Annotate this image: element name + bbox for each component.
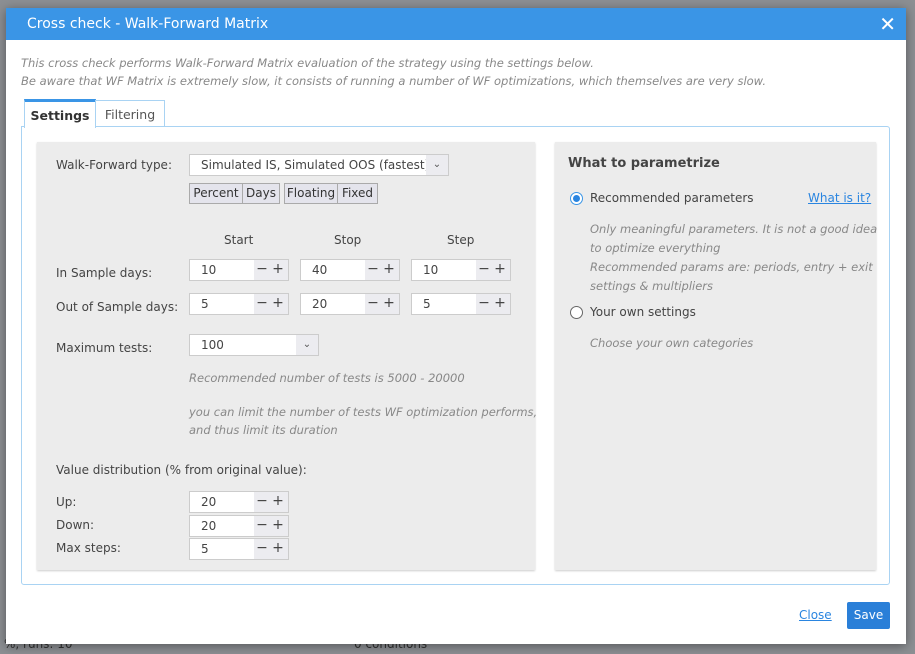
chevron-down-icon: ⌄ [426,155,448,175]
tab-settings[interactable]: Settings [24,99,96,128]
own-settings-desc: Choose your own categories [590,336,754,350]
minus-icon[interactable]: − [365,260,381,279]
days-button[interactable]: Days [242,183,280,204]
oos-stop-stepper[interactable]: 20 − + [300,293,400,315]
dialog-header: Cross check - Walk-Forward Matrix [6,8,906,40]
cross-check-dialog: Cross check - Walk-Forward Matrix ✕ This… [6,8,906,644]
stepper-value[interactable]: 40 [312,260,327,280]
recommended-desc-3: Recommended params are: periods, entry +… [590,260,873,274]
wf-type-select[interactable]: Simulated IS, Simulated OOS (fastest) ⌄ [189,154,449,176]
oos-step-stepper[interactable]: 5 − + [411,293,511,315]
is-step-stepper[interactable]: 10 − + [411,259,511,281]
percent-button[interactable]: Percent [189,183,243,204]
minus-icon[interactable]: − [254,294,270,313]
plus-icon[interactable]: + [492,260,508,279]
max-tests-select[interactable]: 100 ⌄ [189,334,319,356]
minus-icon[interactable]: − [254,492,270,511]
recommended-desc-4: settings & multipliers [590,279,714,293]
plus-icon[interactable]: + [270,294,286,313]
dialog-title: Cross check - Walk-Forward Matrix [27,16,269,32]
parametrize-title: What to parametrize [568,156,720,171]
plus-icon[interactable]: + [381,260,397,279]
recommended-desc-2: to optimize everything [590,241,721,255]
radio-recommended[interactable] [570,192,583,205]
in-sample-label: In Sample days: [56,266,153,280]
limit-hint-1: you can limit the number of tests WF opt… [189,405,538,419]
stepper-value[interactable]: 5 [423,294,431,314]
plus-icon[interactable]: + [270,260,286,279]
minus-icon[interactable]: − [254,260,270,279]
radio-own-settings[interactable] [570,306,583,319]
stepper-value[interactable]: 5 [201,294,209,314]
stepper-value[interactable]: 5 [201,539,209,559]
column-stop: Stop [334,233,362,247]
wf-type-value: Simulated IS, Simulated OOS (fastest) [201,158,430,172]
recommended-desc-1: Only meaningful parameters. It is not a … [590,222,878,236]
save-button[interactable]: Save [847,602,890,629]
own-settings-label[interactable]: Your own settings [590,305,696,319]
plus-icon[interactable]: + [270,492,286,511]
max-tests-label: Maximum tests: [56,341,153,355]
chevron-down-icon: ⌄ [296,335,318,355]
up-label: Up: [56,495,77,509]
down-label: Down: [56,518,95,532]
plus-icon[interactable]: + [270,516,286,535]
is-stop-stepper[interactable]: 40 − + [300,259,400,281]
limit-hint-2: and thus limit its duration [189,423,338,437]
intro-line-2: Be aware that WF Matrix is extremely slo… [21,74,766,88]
stepper-value[interactable]: 20 [201,492,216,512]
tab-filtering[interactable]: Filtering [95,100,165,126]
max-steps-stepper[interactable]: 5 − + [189,538,289,560]
close-icon[interactable]: ✕ [879,8,896,40]
value-distribution-label: Value distribution (% from original valu… [56,463,307,477]
intro-line-1: This cross check performs Walk-Forward M… [21,56,594,70]
plus-icon[interactable]: + [492,294,508,313]
stepper-value[interactable]: 20 [201,516,216,536]
plus-icon[interactable]: + [270,539,286,558]
stepper-value[interactable]: 20 [312,294,327,314]
plus-icon[interactable]: + [381,294,397,313]
stepper-value[interactable]: 10 [201,260,216,280]
wf-type-label: Walk-Forward type: [56,158,172,172]
minus-icon[interactable]: − [254,539,270,558]
parametrize-box [555,142,876,570]
max-steps-label: Max steps: [56,541,121,555]
down-stepper[interactable]: 20 − + [189,515,289,537]
column-step: Step [447,233,475,247]
oos-start-stepper[interactable]: 5 − + [189,293,289,315]
floating-button[interactable]: Floating [284,183,338,204]
out-of-sample-label: Out of Sample days: [56,300,179,314]
minus-icon[interactable]: − [476,260,492,279]
recommended-label[interactable]: Recommended parameters [590,191,754,205]
what-is-it-link[interactable]: What is it? [808,191,871,205]
max-tests-value: 100 [201,338,224,352]
tests-hint: Recommended number of tests is 5000 - 20… [189,371,465,385]
fixed-button[interactable]: Fixed [337,183,378,204]
minus-icon[interactable]: − [365,294,381,313]
close-link[interactable]: Close [799,608,832,622]
minus-icon[interactable]: − [254,516,270,535]
is-start-stepper[interactable]: 10 − + [189,259,289,281]
up-stepper[interactable]: 20 − + [189,491,289,513]
column-start: Start [224,233,254,247]
minus-icon[interactable]: − [476,294,492,313]
stepper-value[interactable]: 10 [423,260,438,280]
